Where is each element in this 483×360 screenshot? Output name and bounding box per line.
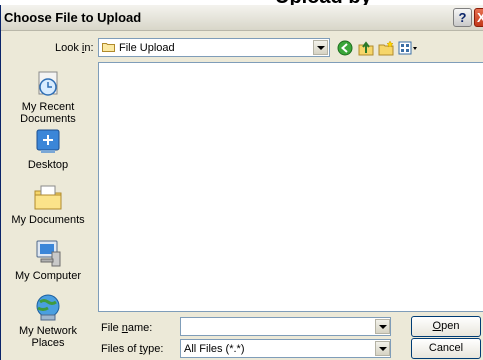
my-computer-icon xyxy=(36,240,61,267)
folder-icon xyxy=(102,43,115,52)
file-name-dropdown-arrow[interactable] xyxy=(375,319,390,334)
desktop-icon xyxy=(36,129,60,153)
look-in-label: Look in: xyxy=(55,42,94,54)
open-access-key: O xyxy=(432,320,442,332)
files-of-type-label: Files of type: xyxy=(101,343,163,355)
recent-documents-icon xyxy=(38,71,58,96)
files-of-type-dropdown-arrow[interactable] xyxy=(375,341,390,356)
up-folder-icon[interactable] xyxy=(358,40,374,56)
place-my-network-places[interactable]: My Network Places xyxy=(5,293,91,349)
chevron-down-icon[interactable] xyxy=(313,40,328,55)
back-icon[interactable] xyxy=(337,40,353,56)
place-my-documents[interactable]: My Documents xyxy=(5,182,91,226)
my-documents-icon xyxy=(34,185,62,210)
look-in-label-suffix: n: xyxy=(84,42,94,54)
look-in-dropdown[interactable]: File Upload xyxy=(98,38,330,57)
title-bar[interactable]: Choose File to Upload ? X xyxy=(1,5,483,31)
files-of-type-value: All Files (*.*) xyxy=(184,343,245,355)
open-label-suffix: pen xyxy=(441,320,460,332)
close-button[interactable]: X xyxy=(474,8,483,27)
file-name-label-text: File xyxy=(101,322,122,334)
dialog-title: Choose File to Upload xyxy=(4,10,142,25)
file-name-input[interactable] xyxy=(180,317,391,336)
look-in-value: File Upload xyxy=(119,42,175,54)
open-button[interactable]: Open xyxy=(411,316,481,337)
place-desktop[interactable]: Desktop xyxy=(5,127,91,171)
place-label: My Computer xyxy=(14,270,82,282)
places-bar: My Recent Documents Desktop My Documents xyxy=(5,61,95,360)
help-button[interactable]: ? xyxy=(453,8,472,27)
file-name-label-suffix: ame: xyxy=(127,322,153,334)
place-my-computer[interactable]: My Computer xyxy=(5,238,91,282)
files-of-type-label-text: Files of xyxy=(101,343,140,355)
file-name-label: File name: xyxy=(101,322,152,334)
place-my-recent-documents[interactable]: My Recent Documents xyxy=(5,69,91,125)
place-label: My Network Places xyxy=(18,325,78,349)
look-in-label-text: Look xyxy=(55,42,82,54)
files-of-type-dropdown[interactable]: All Files (*.*) xyxy=(180,339,391,358)
place-label: Desktop xyxy=(27,159,69,171)
file-upload-dialog: Choose File to Upload ? X Look in: File … xyxy=(0,5,483,360)
place-label: My Documents xyxy=(11,214,85,226)
file-list-view[interactable] xyxy=(98,62,483,312)
new-folder-icon[interactable] xyxy=(378,40,394,56)
network-places-icon xyxy=(36,294,60,321)
views-menu-icon[interactable] xyxy=(398,40,418,56)
place-label: My Recent Documents xyxy=(20,101,76,125)
files-of-type-label-suffix: ype: xyxy=(142,343,164,355)
cancel-button[interactable]: Cancel xyxy=(411,338,481,359)
